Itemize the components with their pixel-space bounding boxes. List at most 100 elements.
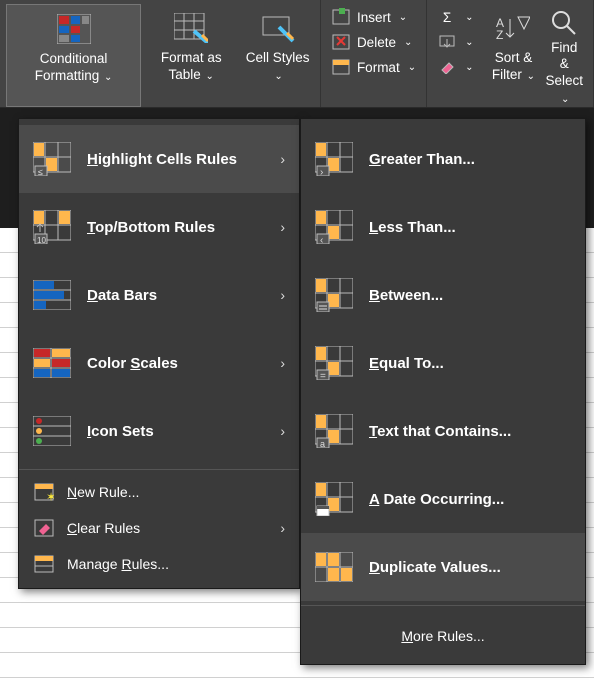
format-as-table-button[interactable]: Format as Table ⌄ <box>141 4 241 107</box>
highlight-cells-submenu: › Greater Than... ‹ Less Than... Between… <box>300 118 586 665</box>
svg-text:‹: ‹ <box>320 235 323 244</box>
less-than-label: Less Than... <box>369 219 456 236</box>
svg-text:›: › <box>320 167 323 176</box>
conditional-formatting-button[interactable]: Conditional Formatting ⌄ <box>6 4 141 107</box>
chevron-down-icon: ⌄ <box>101 72 112 83</box>
format-as-table-icon <box>174 8 208 48</box>
svg-text:≤: ≤ <box>38 167 43 176</box>
top-bottom-rules-item[interactable]: 10 Top/Bottom Rules › <box>19 193 299 261</box>
duplicate-values-icon <box>315 549 353 585</box>
chevron-right-icon: › <box>280 151 285 167</box>
delete-label: Delete <box>357 35 396 50</box>
highlight-cells-label: HHighlight Cells Rulesighlight Cells Rul… <box>87 151 237 168</box>
svg-text:Z: Z <box>496 28 503 42</box>
chevron-down-icon: ⌄ <box>203 71 214 82</box>
cells-group: Insert ⌄ Delete ⌄ Format ⌄ <box>321 0 427 107</box>
icon-sets-item[interactable]: Icon Sets › <box>19 397 299 465</box>
greater-than-item[interactable]: › Greater Than... <box>301 125 585 193</box>
chevron-right-icon: › <box>280 423 285 439</box>
manage-rules-icon <box>33 554 55 574</box>
cell-styles-icon <box>261 8 295 48</box>
chevron-down-icon: ⌄ <box>404 37 412 48</box>
delete-button[interactable]: Delete ⌄ <box>327 31 420 53</box>
text-contains-item[interactable]: a Text that Contains... <box>301 397 585 465</box>
chevron-down-icon: ⌄ <box>408 62 416 73</box>
date-occurring-label: A Date Occurring... <box>369 491 504 508</box>
text-contains-label: Text that Contains... <box>369 423 511 440</box>
cell-styles-label: Cell Styles ⌄ <box>245 50 310 84</box>
date-occurring-icon <box>315 481 353 517</box>
sort-filter-label: Sort & Filter ⌄ <box>489 50 537 84</box>
equal-to-label: Equal To... <box>369 355 444 372</box>
editing-group: Σ⌄ ⌄ ⌄ AZ Sort & Filter ⌄ Find & Select … <box>427 0 594 107</box>
chevron-right-icon: › <box>280 355 285 371</box>
clear-rules-icon <box>33 518 55 538</box>
insert-cells-icon <box>331 8 351 26</box>
date-occurring-item[interactable]: A Date Occurring... <box>301 465 585 533</box>
new-rule-item[interactable]: ✶ New Rule... <box>19 474 299 510</box>
conditional-formatting-label: Conditional Formatting ⌄ <box>11 51 136 85</box>
highlight-cells-icon: ≤ <box>33 141 71 177</box>
chevron-right-icon: › <box>280 520 285 536</box>
sort-filter-button[interactable]: AZ Sort & Filter ⌄ <box>485 4 541 107</box>
clear-rules-item[interactable]: Clear Rules › <box>19 510 299 546</box>
clear-button[interactable]: ⌄ <box>433 56 477 78</box>
icon-sets-label: Icon Sets <box>87 423 154 440</box>
menu-separator <box>19 469 299 470</box>
greater-than-icon: › <box>315 141 353 177</box>
autosum-button[interactable]: Σ⌄ <box>433 6 477 28</box>
chevron-down-icon: ⌄ <box>465 12 473 23</box>
find-select-label: Find & Select ⌄ <box>545 40 583 108</box>
clear-rules-label: Clear Rules <box>67 520 140 536</box>
chevron-down-icon: ⌄ <box>465 62 473 73</box>
duplicate-values-item[interactable]: Duplicate Values... <box>301 533 585 601</box>
top-bottom-label: Top/Bottom Rules <box>87 219 215 236</box>
conditional-formatting-icon <box>57 9 91 49</box>
duplicate-values-label: Duplicate Values... <box>369 559 501 576</box>
icon-sets-icon <box>33 413 71 449</box>
format-cells-icon <box>331 58 351 76</box>
chevron-down-icon: ⌄ <box>399 12 407 23</box>
fill-button[interactable]: ⌄ <box>433 31 477 53</box>
fill-down-icon <box>437 33 457 51</box>
color-scales-icon <box>33 345 71 381</box>
svg-text:a: a <box>320 439 325 448</box>
sort-filter-icon: AZ <box>496 8 530 48</box>
sigma-icon: Σ <box>437 8 457 26</box>
chevron-right-icon: › <box>280 287 285 303</box>
format-label: Format <box>357 60 400 75</box>
cell-styles-button[interactable]: Cell Styles ⌄ <box>241 4 314 107</box>
ribbon: Conditional Formatting ⌄ Format as Table… <box>0 0 594 108</box>
insert-label: Insert <box>357 10 391 25</box>
chevron-down-icon: ⌄ <box>561 94 569 105</box>
new-rule-label: New Rule... <box>67 484 139 500</box>
equal-to-item[interactable]: = Equal To... <box>301 329 585 397</box>
insert-button[interactable]: Insert ⌄ <box>327 6 420 28</box>
delete-cells-icon <box>331 33 351 51</box>
less-than-item[interactable]: ‹ Less Than... <box>301 193 585 261</box>
color-scales-label: Color Scales <box>87 355 178 372</box>
data-bars-label: Data Bars <box>87 287 157 304</box>
menu-separator <box>301 605 585 606</box>
format-as-table-label: Format as Table ⌄ <box>145 50 237 84</box>
data-bars-item[interactable]: Data Bars › <box>19 261 299 329</box>
conditional-formatting-menu: ≤ HHighlight Cells Rulesighlight Cells R… <box>18 118 300 589</box>
styles-group: Conditional Formatting ⌄ Format as Table… <box>0 0 321 107</box>
chevron-down-icon: ⌄ <box>465 37 473 48</box>
between-item[interactable]: Between... <box>301 261 585 329</box>
highlight-cells-rules-item[interactable]: ≤ HHighlight Cells Rulesighlight Cells R… <box>19 125 299 193</box>
chevron-down-icon: ⌄ <box>274 71 282 82</box>
color-scales-item[interactable]: Color Scales › <box>19 329 299 397</box>
chevron-down-icon: ⌄ <box>524 71 535 82</box>
text-contains-icon: a <box>315 413 353 449</box>
new-rule-icon: ✶ <box>33 482 55 502</box>
greater-than-label: Greater Than... <box>369 151 475 168</box>
svg-text:10: 10 <box>37 236 46 244</box>
more-rules-item[interactable]: More Rules... <box>301 610 585 658</box>
find-icon <box>550 8 578 38</box>
find-select-button[interactable]: Find & Select ⌄ <box>541 4 587 107</box>
eraser-icon <box>437 58 457 76</box>
between-label: Between... <box>369 287 443 304</box>
format-button[interactable]: Format ⌄ <box>327 56 420 78</box>
manage-rules-item[interactable]: Manage Rules... <box>19 546 299 582</box>
